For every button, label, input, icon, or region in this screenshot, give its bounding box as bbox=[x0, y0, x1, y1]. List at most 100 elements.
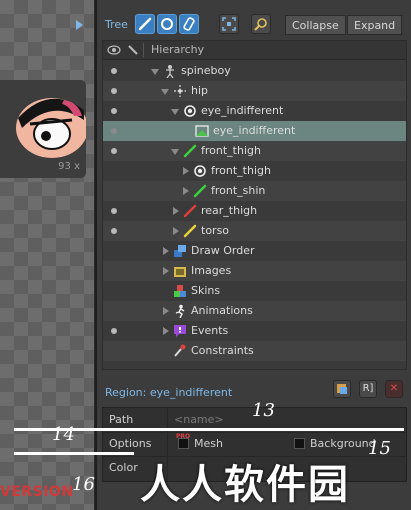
annotation-16: 16 bbox=[72, 474, 95, 495]
slot-tool-icon bbox=[161, 18, 173, 30]
slots-filter-button[interactable] bbox=[157, 14, 177, 34]
expand-arrow-icon[interactable] bbox=[76, 20, 83, 30]
overlay-line-bottom bbox=[14, 452, 134, 455]
tree-row-label: front_shin bbox=[211, 184, 266, 197]
tree-row[interactable]: rear_thigh bbox=[103, 201, 406, 221]
path-input[interactable]: <name> bbox=[174, 413, 224, 426]
tree-row[interactable]: Animations bbox=[103, 301, 406, 321]
skeleton-icon bbox=[166, 65, 174, 78]
tree-row-label: Images bbox=[191, 264, 232, 277]
focus-selection-button[interactable] bbox=[219, 14, 239, 34]
expand-arrow-icon[interactable] bbox=[173, 227, 179, 235]
tree-row[interactable]: torso bbox=[103, 221, 406, 241]
annotation-13: 13 bbox=[252, 400, 275, 421]
expand-arrow-icon[interactable] bbox=[163, 247, 169, 255]
tree-row[interactable]: front_shin bbox=[103, 181, 406, 201]
attachments-filter-button[interactable] bbox=[179, 14, 199, 34]
focus-icon bbox=[222, 17, 236, 31]
draw-order-icon bbox=[174, 245, 186, 257]
annotation-15: 15 bbox=[368, 438, 391, 459]
collapse-arrow-icon[interactable] bbox=[151, 69, 159, 75]
bone-green-icon bbox=[193, 184, 207, 198]
tree-title: Tree bbox=[105, 18, 128, 31]
tree-row[interactable]: Images bbox=[103, 261, 406, 281]
tree-toolbar: Tree Collapse Expand bbox=[97, 10, 411, 40]
path-label: Path bbox=[109, 413, 134, 426]
tree-row[interactable]: Events bbox=[103, 321, 406, 341]
events-icon bbox=[174, 325, 186, 337]
site-watermark: 人人软件园 bbox=[140, 462, 350, 508]
rename-button[interactable]: R] bbox=[359, 380, 377, 398]
collapse-arrow-icon[interactable] bbox=[171, 149, 179, 155]
expand-button[interactable]: Expand bbox=[347, 15, 403, 35]
bone-green-icon bbox=[183, 144, 197, 158]
tree-row-label: spineboy bbox=[181, 64, 231, 77]
tree-row-label: Animations bbox=[191, 304, 253, 317]
collapse-button[interactable]: Collapse bbox=[285, 15, 346, 35]
visibility-header-icon[interactable] bbox=[107, 44, 121, 56]
expand-arrow-icon[interactable] bbox=[163, 307, 169, 315]
set-parent-button[interactable] bbox=[333, 380, 351, 398]
expand-arrow-icon[interactable] bbox=[183, 187, 189, 195]
expand-arrow-icon[interactable] bbox=[183, 167, 189, 175]
options-label: Options bbox=[109, 437, 152, 450]
set-parent-icon bbox=[337, 384, 347, 394]
delete-button[interactable]: ✕ bbox=[385, 380, 403, 398]
attachment-tool-icon bbox=[183, 17, 195, 31]
slot-icon bbox=[184, 105, 196, 117]
header-divider bbox=[143, 43, 144, 57]
bones-filter-button[interactable] bbox=[135, 14, 155, 34]
mesh-checkbox[interactable] bbox=[178, 438, 189, 449]
tree-row[interactable]: front_thigh bbox=[103, 161, 406, 181]
visibility-dot[interactable] bbox=[111, 148, 117, 154]
viewport[interactable]: 93 x VERSION bbox=[0, 0, 94, 510]
background-checkbox[interactable] bbox=[294, 438, 305, 449]
tree-row[interactable]: eye_indifferent bbox=[103, 101, 406, 121]
bone-visibility-header-icon[interactable] bbox=[127, 44, 139, 56]
skins-icon bbox=[174, 285, 186, 297]
visibility-dot[interactable] bbox=[111, 88, 117, 94]
tree-row-label: hip bbox=[191, 84, 209, 97]
visibility-dot[interactable] bbox=[111, 228, 117, 234]
slot-icon bbox=[194, 165, 206, 177]
expand-arrow-icon[interactable] bbox=[163, 267, 169, 275]
tree-row[interactable]: Skins bbox=[103, 281, 406, 301]
mesh-label: Mesh bbox=[194, 437, 223, 450]
tree-row[interactable]: Constraints bbox=[103, 341, 406, 361]
search-button[interactable] bbox=[251, 14, 271, 34]
bone-tool-icon bbox=[138, 17, 152, 31]
color-label: Color bbox=[109, 461, 138, 474]
expand-arrow-icon[interactable] bbox=[163, 327, 169, 335]
collapse-arrow-icon[interactable] bbox=[161, 89, 169, 95]
visibility-dot[interactable] bbox=[111, 68, 117, 74]
region-attachment-icon bbox=[195, 125, 209, 137]
collapse-arrow-icon[interactable] bbox=[171, 109, 179, 115]
search-icon bbox=[254, 18, 267, 31]
constraints-icon bbox=[174, 344, 186, 357]
hierarchy-tree[interactable]: Hierarchy spineboy hip eye_indifferent e… bbox=[102, 40, 407, 370]
hierarchy-label: Hierarchy bbox=[151, 43, 205, 56]
thumbnail-size-label: 93 x bbox=[58, 161, 80, 172]
bone-icon bbox=[174, 85, 186, 97]
background-label: Background bbox=[310, 437, 376, 450]
tree-row-label: Skins bbox=[191, 284, 221, 297]
tree-row[interactable]: hip bbox=[103, 81, 406, 101]
region-title: Region: eye_indifferent bbox=[105, 386, 233, 399]
visibility-dot[interactable] bbox=[111, 108, 117, 114]
visibility-dot[interactable] bbox=[111, 328, 117, 334]
annotation-14: 14 bbox=[52, 424, 75, 445]
tree-row-selected[interactable]: eye_indifferent bbox=[103, 121, 406, 141]
tree-row[interactable]: Draw Order bbox=[103, 241, 406, 261]
version-watermark: VERSION bbox=[0, 484, 74, 500]
visibility-dot[interactable] bbox=[111, 208, 117, 214]
image-thumbnail[interactable]: 93 x bbox=[0, 80, 88, 178]
tree-row[interactable]: spineboy bbox=[103, 61, 406, 81]
tree-panel: Tree Collapse Expand Hierarchy spineboy … bbox=[95, 0, 411, 510]
visibility-dot[interactable] bbox=[111, 128, 117, 134]
bone-red-icon bbox=[183, 204, 197, 218]
tree-row[interactable]: front_thigh bbox=[103, 141, 406, 161]
expand-arrow-icon[interactable] bbox=[173, 207, 179, 215]
tree-row-label: front_thigh bbox=[201, 144, 261, 157]
images-folder-icon bbox=[174, 267, 186, 277]
rename-icon: R] bbox=[362, 383, 374, 394]
